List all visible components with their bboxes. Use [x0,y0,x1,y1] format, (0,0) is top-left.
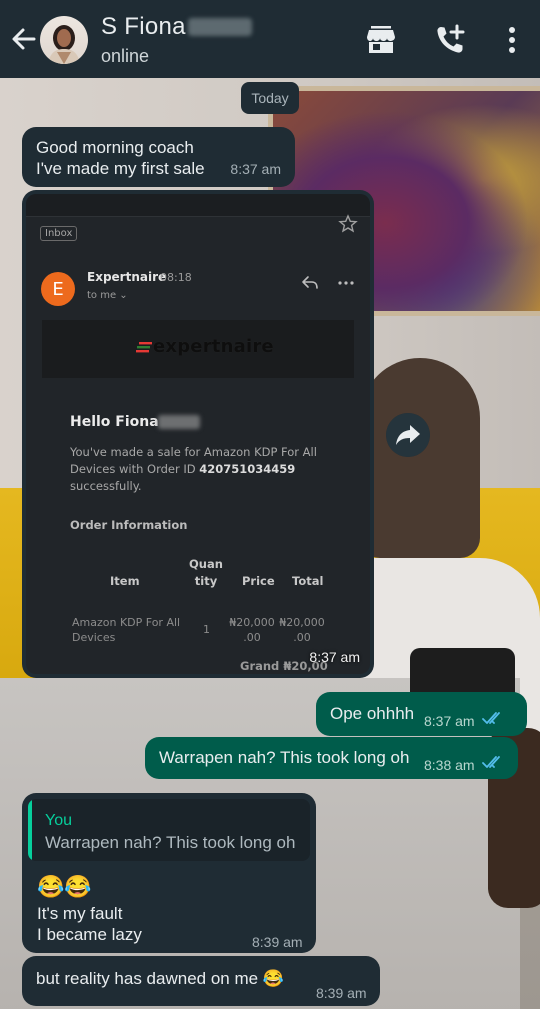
laughing-emoji: 😂😂 [37,874,92,899]
email-topbar [26,194,370,217]
more-horiz-icon [338,281,354,285]
more-vert-icon[interactable] [494,22,530,58]
outgoing-message[interactable]: Ope ohhhh 8:37 am [316,692,527,736]
message-text: Ope ohhhh [330,704,415,723]
order-info-title: Order Information [70,518,188,532]
email-screenshot: Inbox E Expertnaire 08:18 to me ⌄ expert… [26,194,370,674]
message-text-line: Good morning coach [36,138,194,157]
incoming-message[interactable]: but reality has dawned on me 😂 8:39 am [22,956,380,1006]
message-text: but reality has dawned on me 😂 [36,969,284,988]
add-call-icon[interactable] [432,22,468,58]
outgoing-message[interactable]: Warrapen nah? This took long oh 8:38 am [145,737,518,779]
quote-author: You [45,812,72,829]
recipient-line: to me ⌄ [87,290,128,301]
sender-time: 08:18 [160,271,192,284]
email-greeting: Hello Fiona [70,414,159,430]
message-time: 8:37 am [309,649,360,665]
logo-band: expertnaire [42,320,354,378]
message-text-line: It's my fault [37,904,123,923]
redacted-surname [188,18,252,36]
table-header: Item [110,574,140,588]
table-cell: ₦20,000 .00 [229,616,275,644]
sender-avatar: E [41,272,75,306]
table-cell: ₦20,000 .00 [279,616,325,644]
contact-status: online [101,46,150,66]
chat-header: S Fiona online [0,0,540,78]
sale-text-part: successfully. [70,479,142,493]
table-header: Total [292,574,324,588]
table-header: Quan tity [189,557,223,588]
read-receipt-icon [482,756,500,768]
incoming-image-message[interactable]: Inbox E Expertnaire 08:18 to me ⌄ expert… [22,190,374,678]
quoted-message[interactable]: You Warrapen nah? This took long oh [28,799,310,861]
table-header: Price [242,574,275,588]
inbox-tag: Inbox [40,226,78,241]
table-cell: Amazon KDP For All Devices [72,616,181,644]
shop-icon[interactable] [363,22,399,58]
read-receipt-icon [482,712,500,724]
forward-icon[interactable] [386,413,430,457]
message-time: 8:39 am [252,934,303,950]
sender-name: Expertnaire [87,270,167,284]
message-text: It's my fault I became lazy [37,903,142,945]
message-text-line: I became lazy [37,925,142,944]
incoming-reply-message[interactable]: You Warrapen nah? This took long oh 😂😂 I… [22,793,316,953]
logo-mark-icon [136,342,152,353]
grand-label: Grand [240,659,280,673]
back-arrow-icon[interactable] [8,22,40,56]
incoming-message[interactable]: Good morning coach I've made my first sa… [22,127,295,187]
date-chip: Today [241,82,299,114]
quote-accent-bar [28,799,32,861]
message-time: 8:39 am [316,985,367,1001]
star-icon [338,214,358,233]
message-text: Warrapen nah? This took long oh [159,748,410,767]
contact-name[interactable]: S Fiona [101,13,186,41]
message-time: 8:37 am [230,161,281,177]
sale-text: You've made a sale for Amazon KDP For Al… [70,444,330,495]
message-time: 8:37 am [424,713,475,729]
wallpaper-person [360,358,480,558]
contact-avatar[interactable] [40,16,88,64]
order-id: 420751034459 [199,462,296,476]
redacted-name [158,415,200,429]
table-cell: 1 [203,623,210,636]
logo-text: expertnaire [153,336,274,357]
expertnaire-logo: expertnaire [136,336,274,357]
message-time: 8:38 am [424,757,475,773]
quote-text: Warrapen nah? This took long oh [45,833,296,852]
reply-icon [302,276,318,289]
